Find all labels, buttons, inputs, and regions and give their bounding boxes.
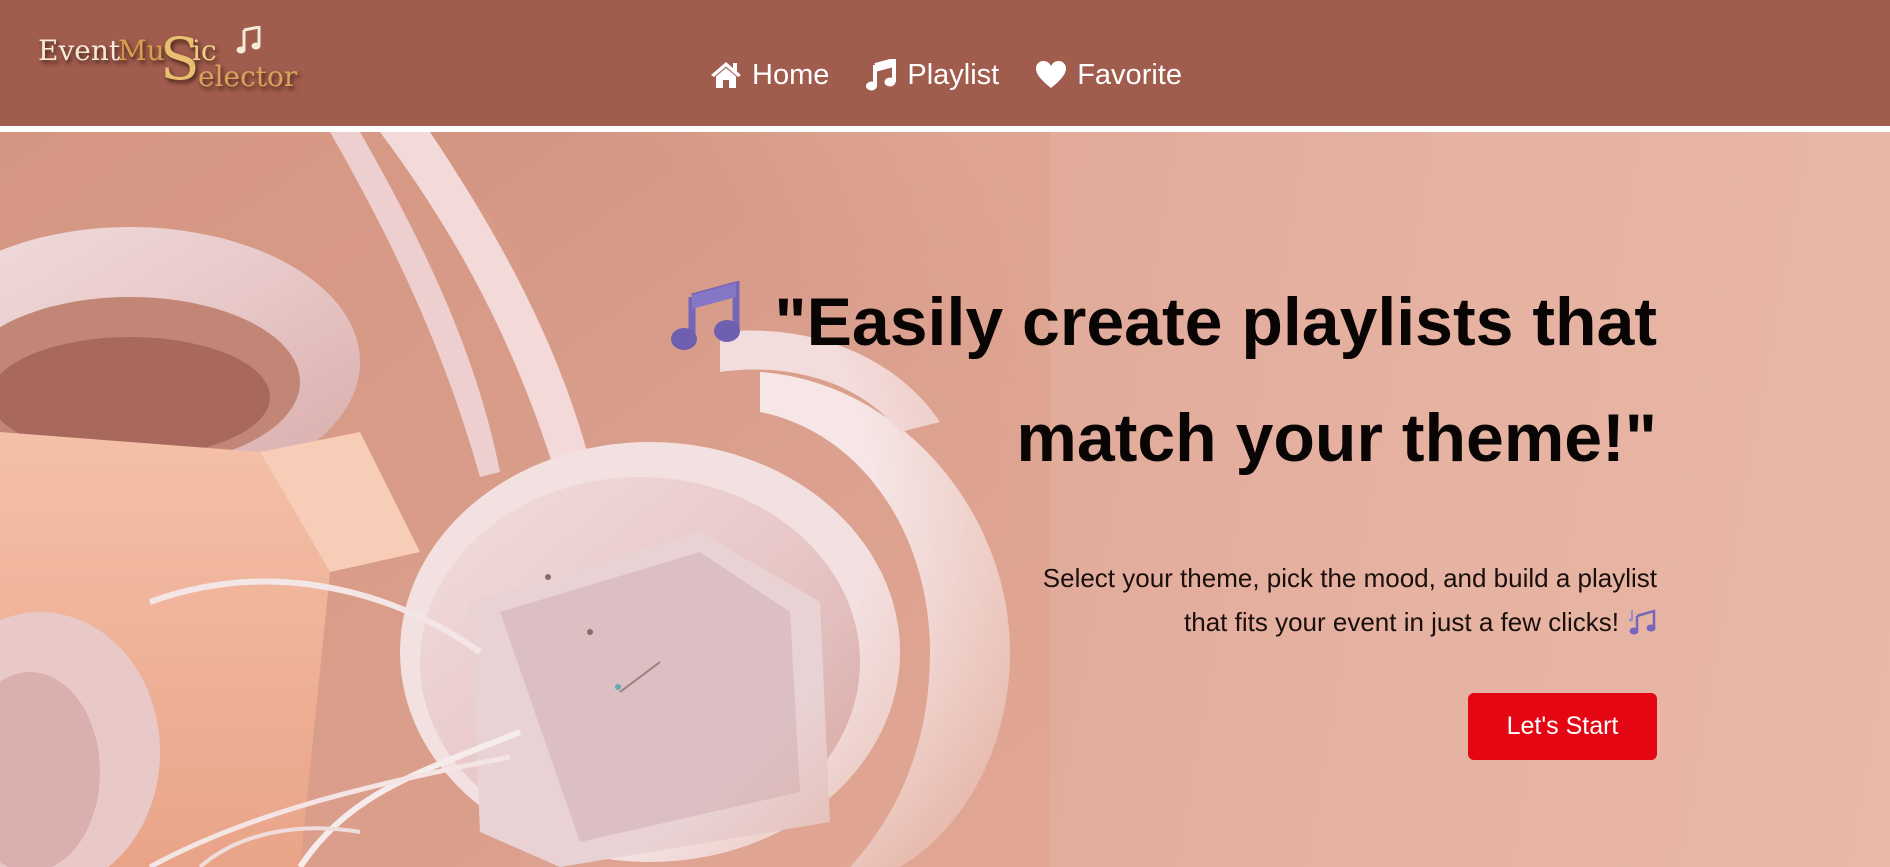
hero-content: "Easily create playlists that match your… [600,264,1657,644]
nav-item-playlist[interactable]: Playlist [865,59,999,92]
main-nav: Home Playlist Favorite [710,54,1182,96]
hero-subtitle-line-1: Select your theme, pick the mood, and bu… [1042,563,1657,593]
music-note-icon [236,26,261,54]
hero-subtitle: Select your theme, pick the mood, and bu… [957,556,1657,644]
logo-word-event: Event [38,34,121,67]
hero-headline: "Easily create playlists that match your… [600,264,1657,496]
nav-item-home[interactable]: Home [710,59,829,92]
top-navbar: Event Mu S ic elector Home Playlist Favo… [0,0,1890,126]
nav-label-home: Home [752,58,830,91]
music-notes-emoji [1629,609,1656,635]
logo-word-selector: elector [198,60,298,93]
music-note-icon [865,59,897,91]
nav-label-playlist: Playlist [907,58,1000,91]
music-note-emoji [671,281,741,350]
site-logo[interactable]: Event Mu S ic elector [38,26,298,96]
nav-label-favorite: Favorite [1077,58,1182,91]
nav-item-favorite[interactable]: Favorite [1035,59,1182,92]
logo-word-music-start: Mu [118,34,165,67]
hero-subtitle-line-2: that fits your event in just a few click… [1184,607,1619,637]
lets-start-button[interactable]: Let's Start [1468,693,1657,760]
hero-headline-line-2: match your theme!" [1016,400,1657,476]
hero-headline-line-1: "Easily create playlists that [774,284,1657,360]
hero-section: "Easily create playlists that match your… [0,132,1890,867]
heart-icon [1035,59,1067,91]
home-icon [710,59,742,91]
